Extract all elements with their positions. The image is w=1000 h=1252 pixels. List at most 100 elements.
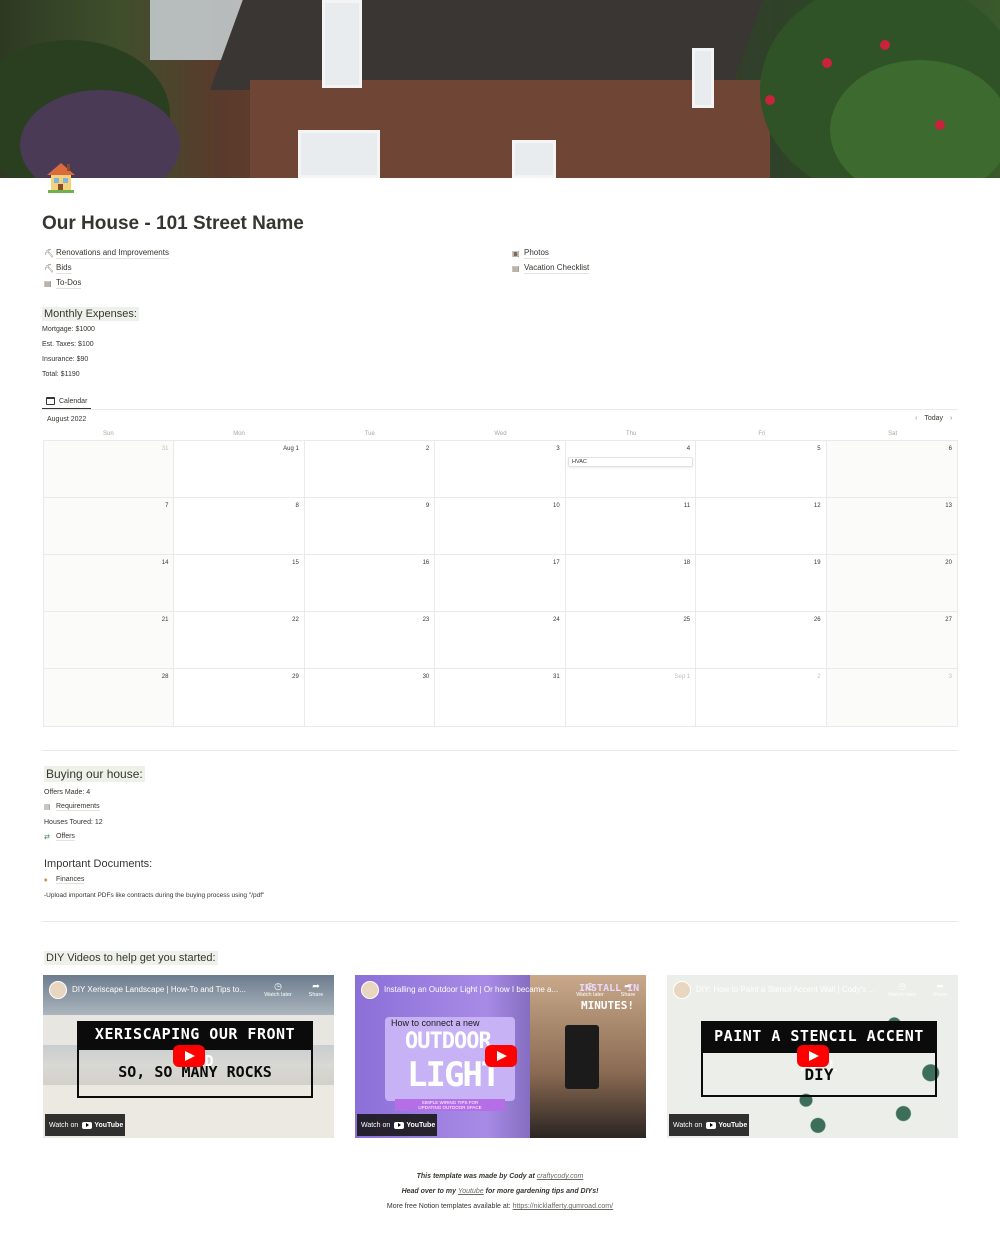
calendar-day-cell[interactable]: 18	[565, 555, 697, 612]
calendar-day-cell[interactable]: 12	[696, 498, 827, 555]
link-youtube[interactable]: Youtube	[458, 1188, 484, 1195]
link-craftycody[interactable]: craftycody.com	[537, 1173, 584, 1180]
calendar-icon	[46, 397, 55, 405]
video-overlay-text: XERISCAPING OUR FRONT YARD	[77, 1021, 313, 1070]
calendar-day-cell[interactable]: 31	[44, 441, 175, 498]
calendar-day-number: 14	[161, 560, 169, 566]
calendar-day-cell[interactable]: 13	[826, 498, 957, 555]
diy-heading: DIY Videos to help get you started:	[44, 951, 218, 965]
link-list-right: ▣ Photos ▤ Vacation Checklist	[512, 246, 590, 276]
video-title[interactable]: DIY: How to Paint a Stencil Accent Wall …	[696, 985, 896, 994]
calendar-day-cell[interactable]: 3	[435, 441, 566, 498]
calendar-day-cell[interactable]: Sep 1	[566, 669, 697, 726]
video-title[interactable]: Installing an Outdoor Light | Or how I b…	[384, 985, 584, 994]
link-renovations[interactable]: ⛏ Renovations and Improvements	[44, 246, 169, 261]
calendar-day-cell[interactable]: 5	[696, 441, 827, 498]
calendar-day-cell[interactable]: 22	[174, 612, 305, 669]
calendar-day-number: 29	[292, 674, 299, 680]
calendar-day-number: Aug 1	[283, 446, 299, 452]
video-embed-xeriscape[interactable]: DIY Xeriscape Landscape | How-To and Tip…	[43, 975, 334, 1138]
calendar-day-cell[interactable]: 28	[44, 669, 175, 726]
video-overlay-title-1: OUTDOOR	[405, 1029, 492, 1054]
calendar-day-number: 4	[686, 446, 691, 452]
cover-flower	[765, 95, 775, 105]
cover-flower	[822, 58, 832, 68]
video-embed-stencil-wall[interactable]: DIY: How to Paint a Stencil Accent Wall …	[667, 975, 958, 1138]
link-bids[interactable]: ⛏ Bids	[44, 261, 169, 276]
weekday-label: Thu	[626, 431, 637, 437]
chevron-left-icon[interactable]: ‹	[915, 415, 917, 422]
play-button[interactable]	[173, 1045, 205, 1067]
money-bag-icon: ♦	[44, 876, 48, 884]
expense-taxes: Est. Taxes: $100	[42, 341, 94, 348]
link-requirements[interactable]: ▤ Requirements	[44, 803, 100, 811]
calendar-nav: ‹ Today ›	[915, 415, 952, 422]
calendar-day-cell[interactable]: 4	[565, 441, 697, 498]
calendar-day-cell[interactable]: 9	[304, 498, 436, 555]
chevron-right-icon[interactable]: ›	[950, 415, 952, 422]
calendar-day-cell[interactable]: 29	[174, 669, 305, 726]
calendar-day-cell[interactable]: 14	[44, 555, 175, 612]
link-finances[interactable]: ♦ Finances	[44, 876, 85, 884]
watch-on-youtube-button[interactable]: Watch on YouTube	[357, 1114, 437, 1136]
channel-avatar[interactable]	[361, 981, 379, 999]
watch-later-button[interactable]: ◷ Watch later	[884, 981, 920, 998]
share-button[interactable]: ➦ Share	[926, 981, 954, 998]
link-offers[interactable]: ⇄ Offers	[44, 833, 75, 841]
channel-avatar[interactable]	[673, 981, 691, 999]
calendar-day-cell[interactable]: 7	[44, 498, 175, 555]
link-photos[interactable]: ▣ Photos	[512, 246, 589, 261]
calendar-day-number: 2	[817, 674, 821, 680]
today-button[interactable]: Today	[924, 415, 943, 422]
calendar-day-cell[interactable]: 23	[304, 612, 436, 669]
calendar-day-cell[interactable]: 2	[304, 441, 436, 498]
house-icon[interactable]	[42, 158, 82, 198]
watch-on-youtube-button[interactable]: Watch on YouTube	[669, 1114, 749, 1136]
calendar-day-cell[interactable]: Aug 1	[174, 441, 305, 498]
calendar-day-cell[interactable]: 20	[826, 555, 957, 612]
calendar-event-hvac[interactable]: HVAC	[568, 457, 693, 467]
calendar-day-cell[interactable]: 30	[305, 669, 436, 726]
calendar-day-cell[interactable]: 11	[565, 498, 697, 555]
youtube-logo-icon: YouTube	[706, 1121, 747, 1129]
calendar-day-cell[interactable]: 24	[435, 612, 566, 669]
play-button[interactable]	[797, 1045, 829, 1067]
page-title: Our House - 101 Street Name	[42, 213, 304, 234]
play-button[interactable]	[485, 1045, 517, 1067]
channel-avatar[interactable]	[49, 981, 67, 999]
watch-later-button[interactable]: ◷ Watch later	[260, 981, 296, 998]
calendar-day-cell[interactable]: 26	[696, 612, 827, 669]
calendar-day-cell[interactable]: 25	[565, 612, 697, 669]
calendar-day-cell[interactable]: 27	[826, 612, 957, 669]
expenses-heading: Monthly Expenses:	[42, 307, 139, 321]
link-todos[interactable]: ▤ To-Dos	[44, 276, 169, 291]
documents-heading: Important Documents:	[44, 858, 153, 870]
calendar-day-cell[interactable]: 21	[44, 612, 175, 669]
calendar-day-number: 16	[422, 560, 430, 566]
calendar-day-cell[interactable]: 16	[304, 555, 436, 612]
link-gumroad[interactable]: https://nicklafferty.gumroad.com/	[513, 1203, 614, 1210]
calendar-day-cell[interactable]: 31	[435, 669, 566, 726]
tab-calendar[interactable]: Calendar	[42, 394, 92, 409]
calendar-day-cell[interactable]: 8	[174, 498, 305, 555]
calendar-day-number: 10	[553, 503, 560, 509]
calendar-day-number: 27	[945, 617, 952, 623]
calendar-day-cell[interactable]: 2	[696, 669, 827, 726]
calendar-day-cell[interactable]: 6	[826, 441, 957, 498]
link-vacation-checklist[interactable]: ▤ Vacation Checklist	[512, 261, 590, 276]
youtube-logo-icon: YouTube	[82, 1121, 123, 1129]
calendar-grid: 31 Aug 1 2 3 4 5 6 7 8 9 10 11 12 13 14 15 16 17 18 19 20 21 2…	[43, 440, 958, 727]
calendar-day-number: 31	[553, 674, 560, 680]
calendar-day-cell[interactable]: 10	[435, 498, 566, 555]
video-title[interactable]: DIY Xeriscape Landscape | How-To and Tip…	[72, 985, 272, 994]
calendar-day-cell[interactable]: 19	[696, 555, 827, 612]
calendar-day-cell[interactable]: 15	[174, 555, 305, 612]
video-embed-outdoor-light[interactable]: Installing an Outdoor Light | Or how I b…	[355, 975, 646, 1138]
calendar-day-cell[interactable]: 17	[435, 555, 566, 612]
watch-on-youtube-button[interactable]: Watch on YouTube	[45, 1114, 125, 1136]
page-icon: ▤	[512, 264, 520, 273]
calendar-day-cell[interactable]: 3	[826, 669, 957, 726]
buying-heading: Buying our house:	[44, 766, 145, 782]
calendar-day-number: 30	[422, 674, 430, 680]
share-button[interactable]: ➦ Share	[302, 981, 330, 998]
